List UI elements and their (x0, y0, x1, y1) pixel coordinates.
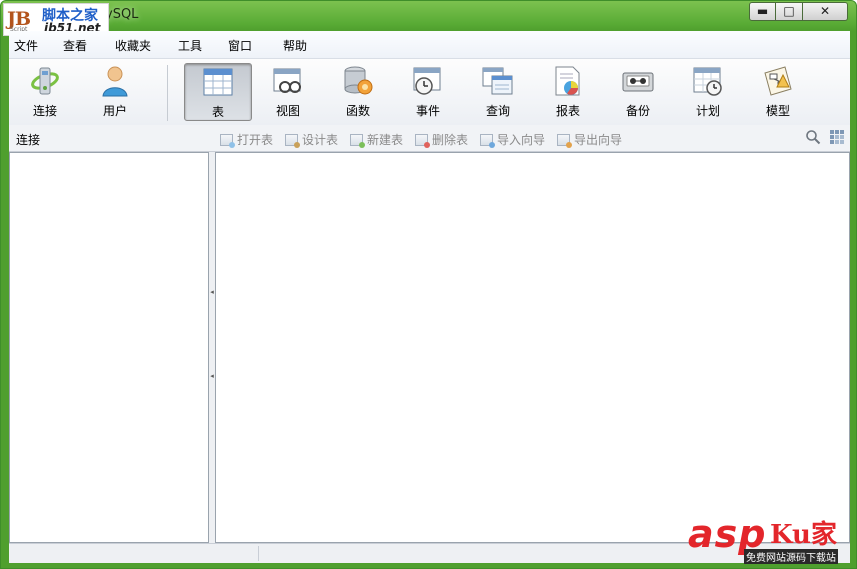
menu-tools[interactable]: 工具 (178, 37, 202, 54)
object-list-pane[interactable] (215, 152, 850, 543)
toolbar-label: 表 (211, 105, 224, 119)
export-wizard-button[interactable]: 导出向导 (557, 131, 622, 148)
toolbar-user-button[interactable]: 用户 (81, 63, 149, 121)
toolbar-query-button[interactable]: 查询 (464, 63, 532, 121)
view-icon (273, 68, 301, 93)
schedule-icon (693, 67, 722, 96)
menu-window[interactable]: 窗口 (228, 37, 252, 54)
maximize-button[interactable]: □ (776, 2, 803, 21)
design-table-label: 设计表 (302, 133, 339, 147)
menu-view[interactable]: 查看 (63, 37, 87, 54)
event-icon (413, 67, 441, 95)
export-wizard-icon (557, 134, 572, 148)
toolbar-model-button[interactable]: 模型 (744, 63, 812, 121)
toolbar-event-button[interactable]: 事件 (394, 63, 462, 121)
menu-bar: 文件 查看 收藏夹 工具 窗口 帮助 (9, 31, 850, 59)
import-wizard-label: 导入向导 (497, 133, 546, 147)
toolbar-label: 视图 (275, 104, 300, 118)
toolbar-label: 报表 (555, 104, 580, 118)
connection-icon (31, 67, 59, 95)
new-table-button[interactable]: 新建表 (350, 131, 403, 148)
backup-icon (622, 72, 654, 92)
toolbar-view-button[interactable]: 视图 (254, 63, 322, 121)
toolbar-label: 函数 (345, 104, 370, 118)
maximize-icon: □ (783, 4, 795, 18)
application-window: ySQL ▬ □ ✕ JB Script 脚本之家 jb51.net 文件 查看… (0, 0, 857, 569)
delete-table-icon (415, 134, 430, 148)
function-icon (344, 66, 373, 95)
menu-help[interactable]: 帮助 (283, 37, 307, 54)
open-table-button[interactable]: 打开表 (220, 131, 273, 148)
new-table-label: 新建表 (367, 133, 404, 147)
open-table-label: 打开表 (237, 133, 274, 147)
open-table-icon (220, 134, 235, 148)
toolbar-label: 连接 (32, 104, 57, 118)
watermark-brand-2: Ku家 (770, 514, 837, 551)
table-icon (203, 68, 233, 96)
delete-table-button[interactable]: 删除表 (415, 131, 468, 148)
new-table-icon (350, 134, 365, 148)
export-wizard-label: 导出向导 (574, 133, 623, 147)
title-bar[interactable]: ySQL ▬ □ ✕ (1, 1, 856, 29)
watermark-ku: Ku (770, 520, 811, 550)
query-icon (482, 67, 513, 95)
toolbar-backup-button[interactable]: 备份 (604, 63, 672, 121)
close-button[interactable]: ✕ (803, 2, 848, 21)
toolbar-function-button[interactable]: 函数 (324, 63, 392, 121)
toolbar-label: 查询 (485, 104, 510, 118)
toolbar-label: 模型 (765, 104, 790, 118)
report-icon (555, 66, 580, 96)
minimize-icon: ▬ (756, 4, 769, 18)
import-wizard-icon (480, 134, 495, 148)
object-toolbar: 连接 打开表 设计表 新建表 删除表 导入向导 导出向导 (9, 125, 850, 152)
model-icon (764, 66, 792, 96)
toolbar-connection-button[interactable]: 连接 (11, 63, 79, 121)
toolbar-label: 计划 (695, 104, 720, 118)
menu-file[interactable]: 文件 (14, 37, 38, 54)
window-title: ySQL (105, 7, 139, 22)
user-icon (102, 66, 128, 97)
search-icon[interactable] (805, 129, 821, 145)
close-icon: ✕ (819, 4, 831, 18)
minimize-button[interactable]: ▬ (749, 2, 776, 21)
toolbar-separator (167, 65, 168, 121)
watermark-jia: 家 (810, 520, 837, 550)
watermark-tagline: 免费网站源码下载站 (744, 549, 838, 564)
status-segment (9, 546, 259, 561)
connection-tree-pane[interactable] (9, 152, 209, 543)
toolbar-report-button[interactable]: 报表 (534, 63, 602, 121)
grid-view-icon[interactable] (829, 129, 845, 145)
toolbar-label: 事件 (415, 104, 440, 118)
design-table-icon (285, 134, 300, 148)
connection-pane-title: 连接 (16, 133, 41, 147)
toolbar-label: 用户 (102, 104, 127, 118)
menu-favorites[interactable]: 收藏夹 (115, 37, 151, 54)
delete-table-label: 删除表 (432, 133, 469, 147)
toolbar-schedule-button[interactable]: 计划 (674, 63, 742, 121)
main-toolbar: 连接 用户 表 视图 函数 事件 查询 报表 备份 计划 模型 (9, 58, 850, 126)
design-table-button[interactable]: 设计表 (285, 131, 338, 148)
import-wizard-button[interactable]: 导入向导 (480, 131, 545, 148)
toolbar-label: 备份 (625, 104, 650, 118)
toolbar-table-button[interactable]: 表 (184, 63, 252, 121)
